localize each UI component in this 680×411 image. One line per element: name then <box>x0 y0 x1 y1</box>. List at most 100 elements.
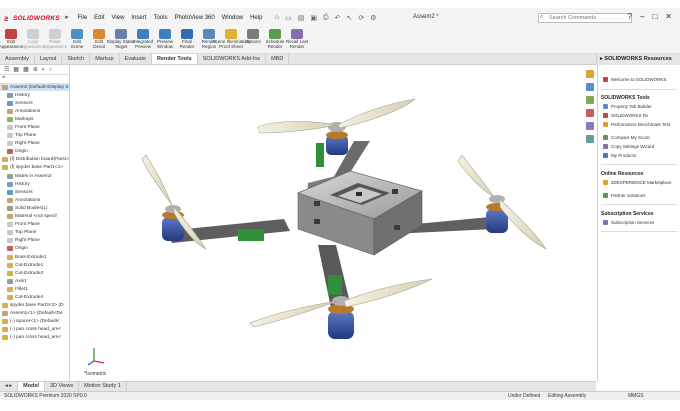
paste-appearance-button[interactable]: Paste Appearance <box>43 28 67 53</box>
menu-photoview-360[interactable]: PhotoView 360 <box>171 15 218 21</box>
options-button[interactable]: Options <box>242 28 264 53</box>
taskpane-link[interactable]: Property Tab Builder <box>603 104 673 109</box>
recall-last-render-button[interactable]: Recall Last Render <box>286 28 308 53</box>
close-icon[interactable]: ✕ <box>661 12 676 21</box>
select-icon[interactable]: ↖ <box>344 14 356 22</box>
tab-mbd[interactable]: MBD <box>266 54 290 64</box>
more-arrow-icon[interactable]: › <box>47 67 53 73</box>
display-manager-icon[interactable]: ◐ <box>40 67 48 73</box>
tree-item[interactable]: Annotations <box>0 196 69 204</box>
menu-edit[interactable]: Edit <box>91 15 108 21</box>
tab-assembly[interactable]: Assembly <box>0 54 35 64</box>
tree-item[interactable]: Top Plane <box>0 132 69 140</box>
design-library-icon[interactable] <box>586 83 594 91</box>
schedule-render-button[interactable]: Schedule Render <box>264 28 286 53</box>
integrated-preview-button[interactable]: Integrated Preview <box>132 28 154 53</box>
tree-item[interactable]: History <box>0 91 69 99</box>
tree-item[interactable]: Front Plane <box>0 221 69 229</box>
tree-item[interactable]: Origin <box>0 148 69 156</box>
menu-file[interactable]: File <box>74 15 91 21</box>
tree-item[interactable]: Sensors <box>0 99 69 107</box>
tree-item[interactable]: Axis1 <box>0 277 69 285</box>
tree-item[interactable]: (-) pan cross head_am< <box>0 326 69 334</box>
filter-icon[interactable]: ⌖ <box>0 75 69 83</box>
tab-evaluate[interactable]: Evaluate <box>120 54 152 64</box>
tree-item[interactable]: Material <not specif <box>0 213 69 221</box>
taskpane-link[interactable]: 3DEXPERIENCE Marketplace <box>603 180 673 185</box>
home-icon[interactable]: ⌂ <box>272 14 282 22</box>
maximize-icon[interactable]: □ <box>648 12 661 21</box>
tree-item[interactable]: Assem2 (Default<Display S <box>0 83 69 92</box>
edit-scene-button[interactable]: Edit Scene <box>66 28 88 53</box>
tab-layout[interactable]: Layout <box>35 54 63 64</box>
status-units[interactable]: MMGS <box>628 393 644 399</box>
search-commands-input[interactable]: Search Commands <box>538 13 632 23</box>
tree-item[interactable]: (-) pan cross head_am< <box>0 334 69 342</box>
taskpane-link[interactable]: Copy Settings Wizard <box>603 144 673 149</box>
display-states-target-button[interactable]: Display States Target <box>107 28 135 53</box>
view-palette-icon[interactable] <box>586 109 594 117</box>
bottom-tab-model[interactable]: Model <box>18 382 45 391</box>
preview-window-button[interactable]: Preview Window <box>154 28 176 53</box>
taskpane-link[interactable]: Compare My Score <box>603 135 673 140</box>
graphics-viewport[interactable]: *Isometric <box>70 65 596 381</box>
edit-appearance-button[interactable]: Edit Appearance <box>0 28 23 53</box>
bottom-tab-3d-views[interactable]: 3D Views <box>45 382 80 391</box>
tree-item[interactable]: Cut-Extrude4 <box>0 293 69 301</box>
undo-icon[interactable]: ↶ <box>332 14 344 22</box>
menu-help[interactable]: Help <box>247 15 266 21</box>
tab-solidworks-add-ins[interactable]: SOLIDWORKS Add-Ins <box>198 54 267 64</box>
tab-markup[interactable]: Markup <box>90 54 120 64</box>
tree-item[interactable]: Cut-Extrude1 <box>0 261 69 269</box>
bottom-tab-motion-study-1[interactable]: Motion Study 1 <box>79 382 127 391</box>
tree-item[interactable]: Right Plane <box>0 237 69 245</box>
tree-item[interactable]: Solid Bodies(1) <box>0 204 69 212</box>
feature-tree-icon[interactable]: ☰ <box>2 66 11 73</box>
tree-item[interactable]: Mates in Assem2 <box>0 172 69 180</box>
solidworks-logo[interactable]: ƨ SOLIDWORKS <box>4 14 62 23</box>
print-icon[interactable]: ⎙ <box>320 14 332 22</box>
custom-properties-icon[interactable] <box>586 135 594 143</box>
quadcopter-model[interactable] <box>70 65 596 381</box>
tree-item[interactable]: Origin <box>0 245 69 253</box>
config-manager-icon[interactable]: ▩ <box>21 66 31 73</box>
open-folder-icon[interactable]: ▤ <box>295 14 308 22</box>
help-icon[interactable]: ? <box>624 12 636 21</box>
taskpane-link[interactable]: Partner Solutions <box>603 193 673 198</box>
scene-illumination-proof-sheet-button[interactable]: Scene Illumination Proof Sheet <box>213 28 249 53</box>
minimize-icon[interactable]: – <box>636 12 648 21</box>
dimxpert-icon[interactable]: ⊕ <box>31 66 40 73</box>
tree-item[interactable]: Boss-Extrude1 <box>0 253 69 261</box>
new-document-icon[interactable]: ▭ <box>282 14 295 22</box>
tree-item[interactable]: Assem1<1> (Default<De <box>0 310 69 318</box>
tab-render-tools[interactable]: Render Tools <box>151 54 198 64</box>
menu-insert[interactable]: Insert <box>128 15 150 21</box>
tree-item[interactable]: Front Plane <box>0 123 69 131</box>
appearances-icon[interactable] <box>586 122 594 130</box>
menu-window[interactable]: Window <box>218 15 246 21</box>
options-gear-icon[interactable]: ⚙ <box>367 14 379 22</box>
tree-item[interactable]: Cut-Extrude2 <box>0 269 69 277</box>
final-render-button[interactable]: Final Render <box>176 28 198 53</box>
tab-scroll-arrows-icon[interactable]: ◂ ▸ <box>0 382 19 391</box>
tree-item[interactable]: (f) spyder base Part1<1> <box>0 164 69 172</box>
tab-sketch[interactable]: Sketch <box>62 54 91 64</box>
tree-item[interactable]: (-) spacer<1> (Default< <box>0 318 69 326</box>
property-manager-icon[interactable]: ▦ <box>11 66 21 73</box>
taskpane-link[interactable]: SOLIDWORKS Rx <box>603 113 673 118</box>
tree-item[interactable]: (f) Distribution board(Part1< <box>0 156 69 164</box>
welcome-link[interactable]: Welcome to SOLIDWORKS <box>603 77 666 82</box>
tree-item[interactable]: History <box>0 180 69 188</box>
resources-tab-icon[interactable] <box>586 70 594 78</box>
menu-tools[interactable]: Tools <box>150 15 171 21</box>
tree-item[interactable]: Sensors <box>0 188 69 196</box>
taskpane-link[interactable]: Subscription Services <box>603 220 673 225</box>
tree-item[interactable]: Right Plane <box>0 140 69 148</box>
tree-item[interactable]: spyder base Part2<2> (D <box>0 302 69 310</box>
tree-item[interactable]: Annotations <box>0 107 69 115</box>
save-icon[interactable]: ▣ <box>307 14 320 22</box>
tree-item[interactable]: Markups <box>0 115 69 123</box>
taskpane-link[interactable]: My Products <box>603 153 673 158</box>
pin-icon[interactable]: ▸ <box>63 14 71 22</box>
tree-item[interactable]: Fillet1 <box>0 285 69 293</box>
